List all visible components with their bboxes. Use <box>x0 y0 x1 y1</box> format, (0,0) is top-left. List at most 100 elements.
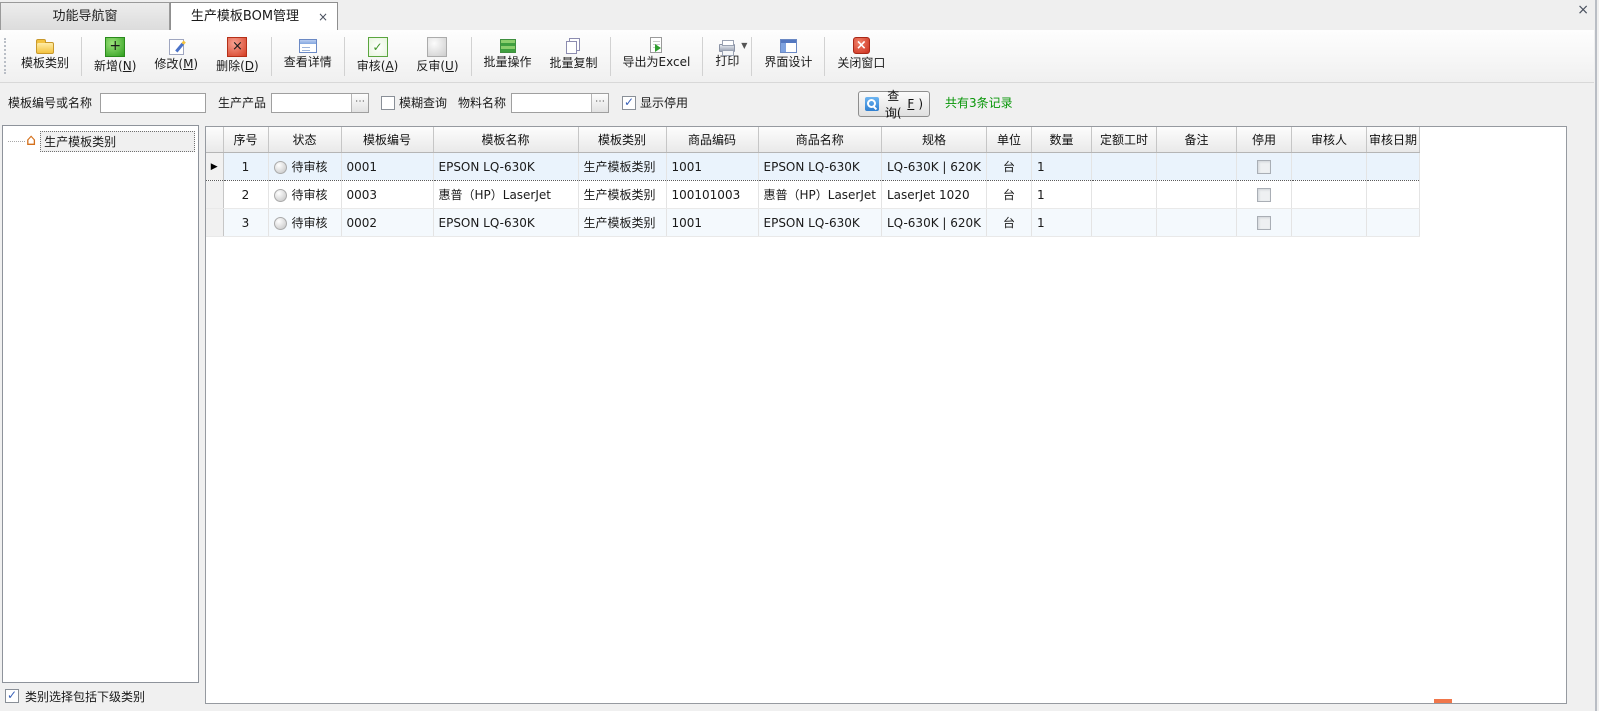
toolbar-button-label: 批量复制 <box>550 56 598 71</box>
table-row[interactable]: ▶1待审核0001EPSON LQ-630K生产模板类别1001EPSON LQ… <box>206 153 1420 181</box>
tab-close-icon[interactable]: × <box>318 4 328 31</box>
dropdown-arrow-icon[interactable]: ▼ <box>741 41 747 50</box>
export-excel-button[interactable]: 导出为Excel <box>614 33 700 80</box>
column-header[interactable]: 模板名称 <box>433 127 578 153</box>
tree-connector-line <box>8 141 25 142</box>
mnemonic-underline: U <box>445 59 454 73</box>
template-category-button[interactable]: 模板类别 <box>12 33 78 80</box>
table-cell: 生产模板类别 <box>578 181 666 209</box>
tab-label: 生产模板BOM管理 <box>191 9 299 24</box>
view-details-button[interactable]: 查看详情 <box>275 33 341 80</box>
query-mnemonic: F <box>907 97 914 111</box>
toolbar-button-label: 批量操作 <box>484 55 532 70</box>
audit-icon <box>368 37 388 57</box>
table-cell: LQ-630K | 620K <box>882 209 987 237</box>
edit-icon <box>169 39 184 55</box>
table-cell <box>1237 181 1292 209</box>
product-combo: ⋯ <box>271 93 369 113</box>
window-close-icon[interactable]: × <box>1577 2 1589 18</box>
template-code-label: 模板编号或名称 <box>8 88 92 118</box>
ui-design-button[interactable]: 界面设计 <box>755 33 821 80</box>
print-icon <box>719 44 735 52</box>
toolbar-button-label: 关闭窗口 <box>837 56 885 71</box>
table-cell: 1001 <box>666 153 758 181</box>
toolbar-separator <box>81 37 82 76</box>
toolbar-grip-handle[interactable] <box>4 38 8 74</box>
column-header[interactable]: 审核人 <box>1292 127 1367 153</box>
table-cell: 待审核 <box>268 181 341 209</box>
copy-icon <box>566 41 577 54</box>
column-header[interactable]: 审核日期 <box>1367 127 1420 153</box>
show-disabled-checkbox[interactable] <box>622 96 636 110</box>
column-header[interactable]: 商品名称 <box>758 127 882 153</box>
disabled-checkbox[interactable] <box>1257 188 1271 202</box>
column-header[interactable]: 规格 <box>882 127 987 153</box>
column-header[interactable]: 状态 <box>268 127 341 153</box>
table-cell: 100101003 <box>666 181 758 209</box>
edit-button[interactable]: 修改(M) <box>145 33 207 80</box>
batch-copy-button[interactable]: 批量复制 <box>541 33 607 80</box>
table-cell: LaserJet 1020 <box>882 181 987 209</box>
material-lookup-button[interactable]: ⋯ <box>591 94 608 112</box>
batch-operate-button[interactable]: 批量操作 <box>475 33 541 80</box>
column-header[interactable]: 商品编码 <box>666 127 758 153</box>
toolbar-button-label: 导出为Excel <box>623 55 691 70</box>
column-header[interactable]: 数量 <box>1032 127 1092 153</box>
table-cell: 1 <box>1032 209 1092 237</box>
table-cell: 1001 <box>666 209 758 237</box>
fuzzy-search-checkbox[interactable] <box>381 96 395 110</box>
details-icon <box>299 39 317 53</box>
print-button[interactable]: ▼打印 <box>706 33 748 80</box>
table-cell <box>1157 153 1237 181</box>
query-button[interactable]: 查询(F) <box>858 91 930 117</box>
column-header[interactable]: 单位 <box>987 127 1032 153</box>
table-cell: LQ-630K | 620K <box>882 153 987 181</box>
column-header[interactable]: 停用 <box>1237 127 1292 153</box>
batch-icon <box>500 39 516 53</box>
unaudit-button[interactable]: 反审(U) <box>407 33 467 80</box>
column-header[interactable]: 定额工时 <box>1092 127 1157 153</box>
table-cell: 台 <box>987 181 1032 209</box>
table-row[interactable]: 2待审核0003惠普（HP）LaserJet生产模板类别100101003惠普（… <box>206 181 1420 209</box>
material-combo: ⋯ <box>511 93 609 113</box>
table-cell: 1 <box>1032 153 1092 181</box>
tab-bar: 功能导航窗 生产模板BOM管理 × × <box>0 0 1599 30</box>
search-icon <box>865 97 879 111</box>
product-input[interactable] <box>272 94 351 112</box>
toolbar: 模板类别新增(N)修改(M)删除(D)查看详情审核(A) 反审(U) 批量操作 批量复… <box>0 30 1594 83</box>
column-header[interactable]: 模板类别 <box>578 127 666 153</box>
disabled-checkbox[interactable] <box>1257 160 1271 174</box>
include-subcategory-label: 类别选择包括下级类别 <box>25 688 145 705</box>
table-row[interactable]: 3待审核0002EPSON LQ-630K生产模板类别1001EPSON LQ-… <box>206 209 1420 237</box>
toolbar-separator <box>610 37 611 76</box>
toolbar-button-label: 审核(A) <box>357 59 399 74</box>
material-input[interactable] <box>512 94 591 112</box>
delete-button[interactable]: 删除(D) <box>207 33 268 80</box>
close-window-button[interactable]: 关闭窗口 <box>828 33 894 80</box>
disabled-checkbox[interactable] <box>1257 216 1271 230</box>
tree-node-label[interactable]: 生产模板类别 <box>40 131 195 152</box>
toolbar-button-label: 反审(U) <box>416 59 458 74</box>
tree-node-root[interactable]: ⌂ 生产模板类别 <box>3 131 198 151</box>
template-code-input[interactable] <box>100 93 206 113</box>
tab-function-nav[interactable]: 功能导航窗 <box>0 2 170 30</box>
table-cell: EPSON LQ-630K <box>758 153 882 181</box>
table-cell: 0003 <box>341 181 433 209</box>
design-icon <box>780 39 797 53</box>
table-corner-cell <box>206 127 223 153</box>
audit-button[interactable]: 审核(A) <box>348 33 408 80</box>
add-button[interactable]: 新增(N) <box>85 33 145 80</box>
table-cell <box>1157 181 1237 209</box>
mnemonic-underline: N <box>123 59 132 73</box>
table-cell <box>1092 209 1157 237</box>
tab-bom-management[interactable]: 生产模板BOM管理 × <box>170 2 338 30</box>
include-subcategory-checkbox[interactable] <box>5 689 19 703</box>
table-cell: 0002 <box>341 209 433 237</box>
toolbar-button-label: 打印 <box>715 54 739 69</box>
column-header[interactable]: 模板编号 <box>341 127 433 153</box>
product-lookup-button[interactable]: ⋯ <box>351 94 368 112</box>
column-header[interactable]: 备注 <box>1157 127 1237 153</box>
table-cell <box>1292 181 1367 209</box>
row-indicator-cell <box>206 181 223 209</box>
column-header[interactable]: 序号 <box>223 127 268 153</box>
